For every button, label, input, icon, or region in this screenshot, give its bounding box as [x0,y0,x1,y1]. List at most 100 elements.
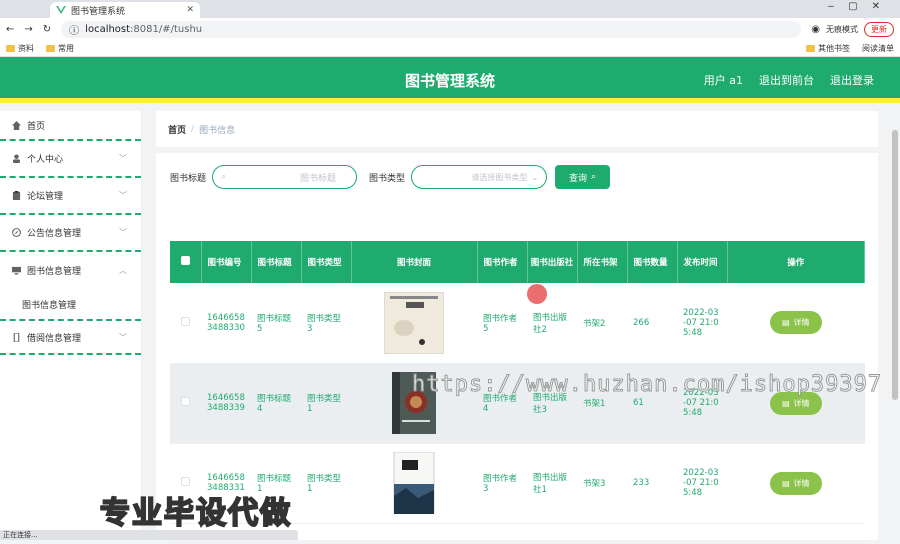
phone-icon [12,333,21,342]
sidebar: 首页 个人中心 ﹀ 论坛管理 ﹀ 公告信息管理 ﹀ 图书信息管理 ︿ 图书信息管… [0,111,142,540]
address-bar[interactable]: ⓘ localhost:8081/#/tushu [61,21,801,38]
book-cover-image [384,292,444,354]
forward-icon[interactable]: → [24,24,32,35]
browser-tab-bar: 图书管理系统 ✕ ‒▢✕ [0,0,900,18]
cell-time: 2022-03 -07 21:0 5:48 [677,443,727,523]
main-content: 首页 / 图书信息 图书标题 ⌕ 图书标题 图书类型 请选择图书类型 ⌄ 查询 … [142,111,900,540]
search-icon: ⌕ [591,172,596,182]
col-type: 图书类型 [301,241,351,283]
chevron-down-icon: ﹀ [119,153,127,164]
close-tab-icon[interactable]: ✕ [186,5,194,15]
home-icon [12,121,21,130]
sidebar-item-label: 首页 [27,119,45,132]
folder-icon [46,45,55,52]
cell-count: 233 [627,443,677,523]
status-bar: 正在连接... [0,530,298,540]
compass-icon [12,228,21,237]
reload-icon[interactable]: ↻ [43,24,51,35]
incognito-icon: ◉ [811,24,820,35]
window-controls[interactable]: ‒▢✕ [828,1,894,12]
checkbox[interactable] [181,256,190,265]
cell-title: 图书标题 5 [251,283,301,363]
col-cover: 图书封面 [351,241,477,283]
browser-toolbar: ← → ↻ ⓘ localhost:8081/#/tushu ◉ 无痕模式 更新 [0,18,900,41]
query-button[interactable]: 查询 ⌕ [555,165,610,189]
page-scrollbar[interactable] [892,130,898,400]
detail-button-label: 详情 [794,478,810,489]
title-filter-label: 图书标题 [170,171,206,184]
bookmarks-bar: 资料 常用 其他书签 阅读清单 [0,41,900,57]
browser-tab-title: 图书管理系统 [71,4,125,17]
sidebar-item-borrow[interactable]: 借阅信息管理 ﹀ [0,321,141,355]
clipboard-icon [12,191,21,200]
row-checkbox-cell[interactable] [170,283,201,363]
select-all-checkbox[interactable] [170,241,201,283]
sidebar-subitem-book-info-manage[interactable]: 图书信息管理 [0,289,141,321]
cell-type: 图书类型 1 [301,443,351,523]
detail-button[interactable]: ▤详情 [770,311,822,334]
col-title: 图书标题 [251,241,301,283]
cell-shelf: 书架2 [577,283,627,363]
detail-button[interactable]: ▤ 详情 [770,472,822,495]
cell-cover [351,443,477,523]
book-cover-image [384,452,444,514]
sidebar-item-forum[interactable]: 论坛管理 ﹀ [0,178,141,215]
cell-action: ▤详情 [727,283,865,363]
sidebar-subitem-label: 图书信息管理 [22,298,76,311]
checkbox[interactable] [181,317,190,326]
breadcrumb-home[interactable]: 首页 [168,123,186,136]
user-label[interactable]: 用户 a1 [704,72,743,88]
cell-title: 图书标题 4 [251,363,301,443]
breadcrumb-current: 图书信息 [199,123,235,136]
logout-link[interactable]: 退出登录 [830,72,874,88]
search-icon: ⌕ [221,172,226,182]
browser-tab[interactable]: 图书管理系统 ✕ [50,2,200,18]
bookmark-changyong[interactable]: 常用 [46,43,74,54]
sidebar-item-notice[interactable]: 公告信息管理 ﹀ [0,215,141,252]
document-icon: ▤ [782,318,790,327]
url-host: localhost [85,24,130,35]
cell-cover [351,283,477,363]
table-row: 1646658 3488330图书标题 5图书类型 3图书作者 5图书出版 社2… [170,283,865,363]
col-time: 发布时间 [677,241,727,283]
col-shelf: 所在书架 [577,241,627,283]
vue-icon [56,5,66,15]
app-header: 图书管理系统 用户 a1 退出到前台 退出登录 [0,57,900,103]
col-count: 图书数量 [627,241,677,283]
back-icon[interactable]: ← [6,24,14,35]
bookmark-ziliao[interactable]: 资料 [6,43,34,54]
type-select[interactable]: 请选择图书类型 ⌄ [411,165,547,189]
title-search-input[interactable]: ⌕ 图书标题 [212,165,357,189]
mouse-cursor-highlight [527,284,547,304]
search-form: 图书标题 ⌕ 图书标题 图书类型 请选择图书类型 ⌄ 查询 ⌕ [170,165,610,189]
sidebar-item-label: 图书信息管理 [27,264,81,277]
back-to-front-link[interactable]: 退出到前台 [759,72,814,88]
cell-type: 图书类型 1 [301,363,351,443]
update-button[interactable]: 更新 [864,22,894,37]
cell-id: 1646658 3488330 [201,283,251,363]
chevron-down-icon: ⌄ [531,173,538,182]
cell-time: 2022-03 -07 21:0 5:48 [677,283,727,363]
reading-list[interactable]: 阅读清单 [862,43,894,54]
sidebar-item-personal-center[interactable]: 个人中心 ﹀ [0,141,141,178]
sidebar-item-home[interactable]: 首页 [0,111,141,141]
row-checkbox-cell[interactable] [170,363,201,443]
user-icon [12,154,21,163]
detail-button-label: 详情 [794,398,810,409]
cell-author: 图书作者 5 [477,283,527,363]
sidebar-item-label: 借阅信息管理 [27,331,81,344]
cell-count: 266 [627,283,677,363]
checkbox[interactable] [181,397,190,406]
document-icon: ▤ [782,479,790,488]
cell-type: 图书类型 3 [301,283,351,363]
type-select-placeholder: 请选择图书类型 [471,172,527,183]
checkbox[interactable] [181,477,190,486]
query-button-label: 查询 [569,171,587,184]
bookmark-other[interactable]: 其他书签 [806,43,850,54]
content-panel: 图书标题 ⌕ 图书标题 图书类型 请选择图书类型 ⌄ 查询 ⌕ [156,153,878,540]
col-publisher: 图书出版社 [527,241,577,283]
cell-id: 1646658 3488339 [201,363,251,443]
col-action: 操作 [727,241,865,283]
sidebar-item-book-info[interactable]: 图书信息管理 ︿ [0,252,141,289]
breadcrumb: 首页 / 图书信息 [156,111,878,147]
